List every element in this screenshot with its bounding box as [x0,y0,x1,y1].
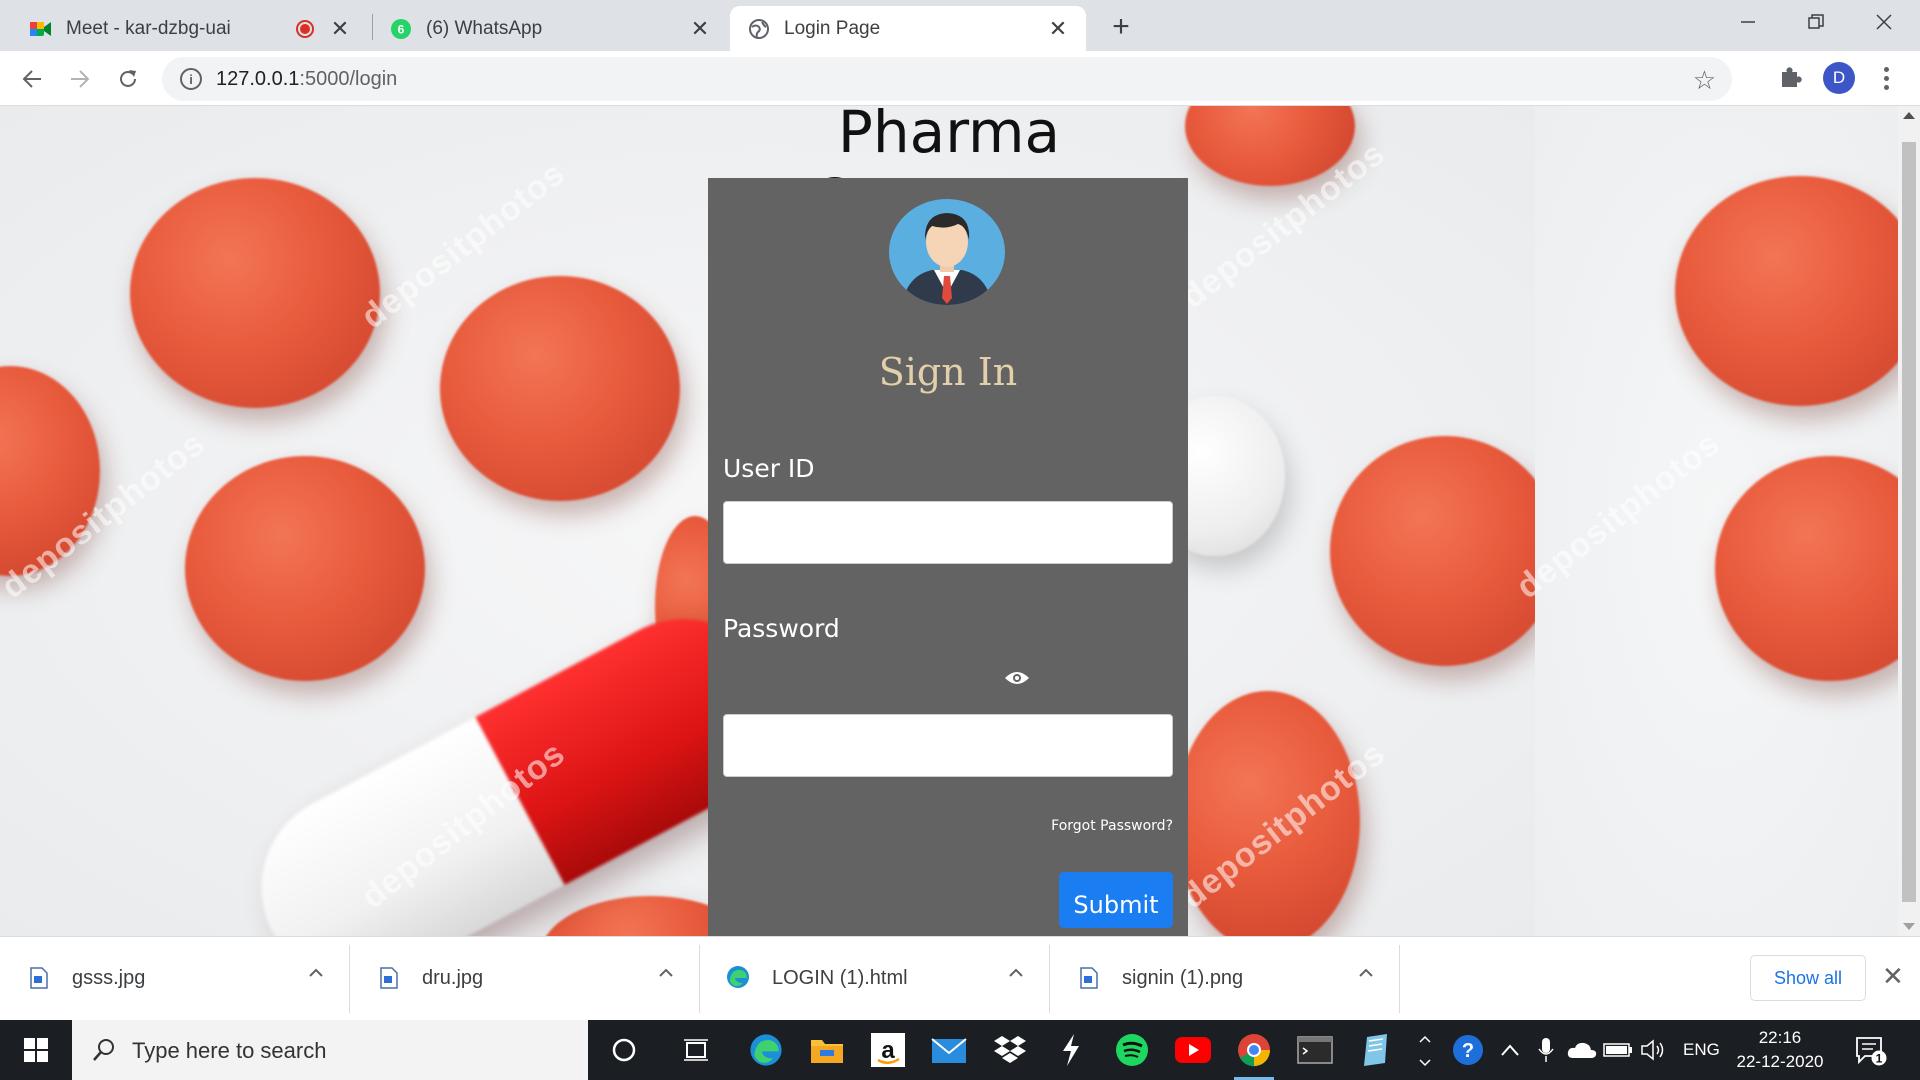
forgot-password-link[interactable]: Forgot Password? [1051,818,1173,834]
edge-icon[interactable] [746,1030,786,1070]
vertical-scrollbar[interactable] [1898,106,1920,936]
show-password-eye-icon[interactable] [1004,670,1030,686]
chevron-up-icon[interactable] [1358,965,1374,981]
mail-icon[interactable] [929,1030,969,1070]
battery-icon[interactable] [1598,1030,1638,1070]
chrome-icon[interactable] [1234,1030,1274,1080]
profile-avatar[interactable]: D [1823,62,1855,94]
terminal-icon[interactable] [1295,1030,1335,1070]
windows-start-icon[interactable] [0,1020,72,1080]
site-info-icon[interactable]: i [180,68,202,90]
amazon-icon[interactable]: a [868,1030,908,1070]
edge-icon [726,965,750,989]
close-icon[interactable]: ✕ [1882,961,1904,992]
close-icon[interactable]: ✕ [1048,16,1068,42]
scroll-down-icon[interactable] [1903,923,1915,930]
minimize-icon[interactable] [1724,6,1772,38]
clock-date: 22-12-2020 [1736,1052,1824,1071]
password-input[interactable] [723,714,1173,777]
microphone-icon[interactable] [1526,1030,1566,1070]
svg-text:a: a [881,1037,895,1064]
onedrive-cloud-icon[interactable] [1562,1030,1602,1070]
download-item[interactable]: gsss.jpg [0,937,350,1021]
task-view-icon[interactable] [676,1030,716,1070]
url-text: 127.0.0.1:5000/login [216,67,398,90]
new-tab-icon[interactable]: + [1106,10,1136,44]
tab-meet[interactable]: Meet - kar-dzbg-uai ✕ [12,6,368,51]
whatsapp-badge: 6 [398,22,405,36]
taskbar-search-input[interactable]: Type here to search [72,1020,588,1080]
tab-label: Meet - kar-dzbg-uai [66,17,231,39]
download-name: gsss.jpg [72,967,146,989]
background-image-repeat: depositphotos [1509,106,1898,936]
userid-input[interactable] [723,501,1173,564]
download-name: dru.jpg [422,967,484,989]
cortana-icon[interactable] [604,1030,644,1070]
menu-kebab-icon[interactable] [1874,60,1898,96]
globe-icon [748,18,770,40]
notification-center-icon[interactable]: 1 [1855,1034,1887,1066]
clock-time: 22:16 [1758,1028,1802,1047]
svg-text:?: ? [1462,1040,1474,1062]
language-indicator[interactable]: ENG [1683,1020,1720,1080]
back-icon[interactable] [14,61,50,97]
bookmark-star-icon[interactable]: ☆ [1693,65,1716,96]
youtube-icon[interactable] [1173,1030,1213,1070]
submit-button[interactable]: Submit [1059,872,1173,928]
extensions-puzzle-icon[interactable] [1776,63,1806,93]
tab-label: (6) WhatsApp [426,17,543,39]
search-placeholder: Type here to search [132,1038,327,1063]
google-meet-icon [30,18,52,40]
tab-whatsapp[interactable]: 6 (6) WhatsApp ✕ [372,6,728,51]
show-hidden-icons-chevron-up-icon[interactable] [1490,1030,1530,1070]
download-item[interactable]: signin (1).png [1050,937,1400,1021]
reload-icon[interactable] [110,61,146,97]
browser-tab-strip: Meet - kar-dzbg-uai ✕ 6 (6) WhatsApp ✕ L… [0,0,1920,51]
spotify-icon[interactable] [1112,1030,1152,1070]
search-icon [92,1038,116,1067]
download-name: signin (1).png [1122,967,1244,989]
user-avatar-icon [888,198,1006,306]
sign-in-heading: Sign In [878,350,1018,394]
chevron-up-icon[interactable] [308,965,324,981]
webpage-viewport: depositphotos depositphotos depositphoto… [0,106,1898,936]
windows-taskbar: Type here to search a ? ENG 22:16 22-12-… [0,1020,1920,1080]
close-icon[interactable]: ✕ [690,16,710,42]
login-card: Sign In User ID Password Forgot Password… [708,178,1188,936]
image-file-icon [1080,967,1098,989]
notification-count: 1 [1876,1052,1883,1066]
recording-icon [296,19,314,38]
taskbar-clock[interactable]: 22:16 22-12-2020 [1730,1026,1830,1074]
image-file-icon [380,967,398,989]
download-item[interactable]: LOGIN (1).html [700,937,1050,1021]
tab-login-page[interactable]: Login Page ✕ [730,6,1086,51]
address-bar[interactable]: i 127.0.0.1:5000/login ☆ [162,57,1732,101]
restore-icon[interactable] [1792,6,1840,38]
close-icon[interactable]: ✕ [330,16,350,42]
close-window-icon[interactable] [1860,6,1908,38]
userid-label: User ID [723,454,815,483]
download-name: LOGIN (1).html [772,967,908,989]
scroll-up-icon[interactable] [1903,112,1915,119]
help-icon[interactable]: ? [1448,1030,1488,1070]
whatsapp-icon: 6 [390,18,412,40]
download-item[interactable]: dru.jpg [350,937,700,1021]
browser-toolbar: i 127.0.0.1:5000/login ☆ [0,51,1920,106]
downloads-bar: gsss.jpg dru.jpg LOGIN (1).html signin (… [0,936,1920,1020]
file-explorer-icon[interactable] [807,1030,847,1070]
show-all-button[interactable]: Show all [1750,955,1866,1001]
volume-icon[interactable] [1634,1030,1674,1070]
chevron-up-icon[interactable] [658,965,674,981]
screen: Meet - kar-dzbg-uai ✕ 6 (6) WhatsApp ✕ L… [0,0,1920,1080]
scroll-thumb[interactable] [1902,142,1916,902]
chevron-up-icon[interactable] [1008,965,1024,981]
tray-overflow[interactable] [1418,1020,1432,1080]
forward-icon[interactable] [62,61,98,97]
notepad-icon[interactable] [1356,1030,1396,1070]
lightning-app-icon[interactable] [1051,1030,1091,1070]
dropbox-icon[interactable] [990,1030,1030,1070]
password-label: Password [723,614,840,643]
tab-label: Login Page [784,17,881,39]
image-file-icon [30,967,48,989]
